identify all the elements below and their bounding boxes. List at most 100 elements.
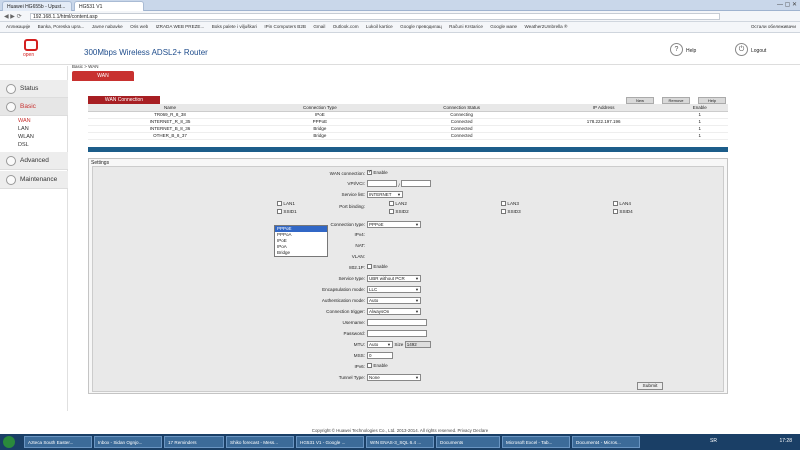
new-button[interactable]: New [626, 97, 654, 104]
label: LAN4 [619, 201, 631, 207]
sidebar-item-maintenance[interactable]: Maintenance [0, 171, 68, 189]
label: SSID1 [283, 209, 297, 215]
port-ssid2[interactable]: SSID2 [389, 209, 409, 215]
bookmark[interactable]: Outlook.com [333, 24, 359, 29]
language-indicator[interactable]: SR [710, 438, 717, 444]
start-icon[interactable] [3, 436, 15, 448]
sidebar-sub-wan[interactable]: WAN [18, 118, 31, 124]
password-input[interactable] [367, 330, 427, 337]
row-service-type: Service type: UBR without PCR ▼ [93, 275, 725, 283]
taskbar-item[interactable]: Documents [436, 436, 500, 448]
bookmark[interactable]: Javne nabavke [92, 24, 123, 29]
authentication-select[interactable]: Auto ▼ [367, 297, 421, 304]
logout-link[interactable]: Logout [751, 48, 766, 54]
help-link[interactable]: Help [686, 48, 696, 54]
cell: INTERNET_B_8_36 [88, 125, 253, 133]
service-type-select[interactable]: UBR without PCR ▼ [367, 275, 421, 282]
sidebar-sub-dsl[interactable]: DSL [18, 142, 29, 148]
settings-form: WAN connection: Enable VPI/VCI: / Servic… [92, 166, 724, 392]
address-input[interactable]: 192.168.1.1/html/content.asp [30, 13, 720, 20]
submit-button[interactable]: Submit [637, 382, 663, 390]
8021p-checkbox[interactable] [367, 264, 372, 270]
port-ssid1[interactable]: SSID1 [277, 209, 297, 215]
port-lan3[interactable]: LAN3 [501, 201, 519, 207]
username-input[interactable] [367, 319, 427, 326]
trigger-select[interactable]: AlwaysOn ▼ [367, 308, 421, 315]
window-controls[interactable]: — ▢ ✕ [777, 1, 797, 8]
bookmark[interactable]: Апликације [6, 24, 30, 29]
port-lan2[interactable]: LAN2 [389, 201, 407, 207]
encapsulation-select[interactable]: LLC ▼ [367, 286, 421, 293]
vpi-input[interactable] [367, 180, 397, 187]
sidebar-item-advanced[interactable]: Advanced [0, 152, 68, 170]
bookmark[interactable]: Остали обележивачи [751, 24, 796, 29]
taskbar-item[interactable]: 17 Reminders [164, 436, 224, 448]
bookmark[interactable]: Gmail [313, 24, 325, 29]
mss-input[interactable]: 0 [367, 352, 393, 359]
sidebar-item-label: Status [20, 85, 39, 92]
port-ssid3[interactable]: SSID3 [501, 209, 521, 215]
browser-tab-hg531[interactable]: HG531 V1 [74, 1, 144, 11]
tab-label: Huawei HG655b - Upust... [7, 4, 66, 10]
help-icon[interactable]: ? [670, 43, 683, 56]
table-row[interactable]: OTHER_B_8_37 Bridge Connected 1 [88, 132, 728, 140]
mtu-select[interactable]: Auto ▼ [367, 341, 393, 348]
nav-arrows-icon[interactable]: ◀ ▶ ⟳ [4, 13, 22, 20]
taskbar-item[interactable]: Document4 - Micros... [572, 436, 640, 448]
label: SSID4 [619, 209, 633, 215]
connection-type-select[interactable]: PPPoE ▼ [367, 221, 421, 228]
bookmark[interactable]: Banka, Poreska upra... [38, 24, 85, 29]
label: MTU: [353, 342, 365, 347]
sidebar-item-basic[interactable]: Basic [0, 98, 68, 116]
taskbar-item[interactable]: WIN ENAS-3_SQL 6.4 ... [366, 436, 434, 448]
chevron-down-icon: ▼ [387, 342, 391, 347]
tunnel-select[interactable]: None ▼ [367, 374, 421, 381]
cell: 1 [671, 118, 728, 126]
label: IPv6: [354, 364, 365, 369]
taskbar-item[interactable]: HG531 V1 - Google ... [296, 436, 364, 448]
port-lan4[interactable]: LAN4 [613, 201, 631, 207]
bookmark[interactable]: Weather2Umbrella ® [525, 24, 568, 29]
bookmark[interactable]: Računi Krstarice [449, 24, 483, 29]
table-help-button[interactable]: Help [698, 97, 726, 104]
bookmark[interactable]: IZRADA WEB PREZE... [156, 24, 205, 29]
browser-tab-huawei[interactable]: Huawei HG655b - Upust... [2, 1, 72, 11]
wan-enable-checkbox[interactable] [367, 169, 372, 176]
sidebar-sub-lan[interactable]: LAN [18, 126, 29, 132]
chevron-down-icon: ▼ [415, 309, 419, 314]
cell [535, 125, 672, 133]
sidebar-sub-wlan[interactable]: WLAN [18, 134, 34, 140]
label: LAN1 [283, 201, 295, 207]
bookmark[interactable]: Lukoil kartice [366, 24, 393, 29]
remove-button[interactable]: Remove [662, 97, 690, 104]
option-bridge[interactable]: Bridge [275, 250, 327, 256]
tab-wan[interactable]: WAN [72, 71, 134, 81]
taskbar-item[interactable]: Inbox - Sidan Ognjo... [94, 436, 162, 448]
bookmark[interactable]: Boks palete i viljuškari [212, 24, 257, 29]
clock[interactable]: 17:28 [779, 438, 792, 444]
cell: Connecting [387, 111, 536, 119]
bookmark[interactable]: Oris web [130, 24, 148, 29]
port-ssid4[interactable]: SSID4 [613, 209, 633, 215]
port-lan1[interactable]: LAN1 [277, 201, 295, 207]
table-row[interactable]: INTERNET_R_8_35 PPPoE Connected 178.222.… [88, 118, 728, 126]
sidebar-item-status[interactable]: Status [0, 80, 68, 98]
vci-input[interactable] [401, 180, 432, 187]
bookmark[interactable]: Google преводилац [400, 24, 442, 29]
bookmark[interactable]: IPin Computers B2B [264, 24, 306, 29]
label: Service list: [341, 192, 366, 197]
taskbar-item[interactable]: Azteca South Easter... [24, 436, 92, 448]
service-list-select[interactable]: INTERNET ▼ [367, 191, 403, 198]
mtu-size-input[interactable]: 1492 [404, 341, 431, 348]
ipv6-checkbox[interactable] [367, 363, 372, 369]
connection-type-dropdown[interactable]: PPPoE PPPoA IPoE IPoA Bridge [274, 225, 328, 257]
table-row[interactable]: INTERNET_B_8_36 Bridge Connected 1 [88, 125, 728, 133]
table-row[interactable]: TR069_R_8_38 IPoE Connecting 1 [88, 111, 728, 119]
select-value: UBR without PCR [369, 276, 405, 281]
bookmark[interactable]: Google мапе [490, 24, 517, 29]
logout-icon[interactable]: ⏻ [735, 43, 748, 56]
cell: 178.222.197.196 [535, 118, 672, 126]
taskbar-item[interactable]: Microsoft Excel - Tab... [502, 436, 570, 448]
separator: / [398, 183, 400, 189]
taskbar-item[interactable]: Shiko forecast - Mess... [226, 436, 294, 448]
